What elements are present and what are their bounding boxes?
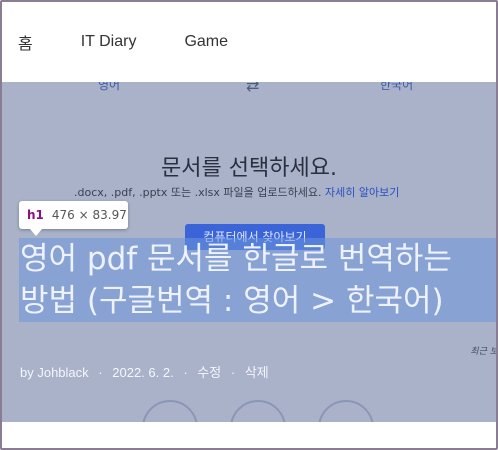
- meta-separator: ·: [183, 365, 188, 380]
- document-desc-text: .docx, .pdf, .pptx 또는 .xlsx 파일을 업로드하세요.: [74, 186, 322, 199]
- share-icons-row: [2, 400, 496, 422]
- page-bottom: [2, 422, 496, 448]
- target-language: 한국어: [380, 82, 414, 92]
- document-select-title: 문서를 선택하세요.: [161, 156, 337, 181]
- delete-link[interactable]: 삭제: [245, 365, 269, 380]
- inspector-tag: h1: [27, 208, 44, 222]
- swap-icon: ⇄: [246, 82, 260, 95]
- inspector-dims: 476 × 83.97: [51, 208, 127, 222]
- meta-separator: ·: [230, 365, 236, 380]
- meta-separator: ·: [98, 365, 103, 380]
- like-icon[interactable]: [142, 400, 198, 422]
- recent-note: 최근 보: [470, 347, 498, 357]
- nav-item-home[interactable]: 홈: [18, 30, 33, 54]
- post-meta: by Johblack · 2022. 6. 2. · 수정 · 삭제: [20, 362, 269, 381]
- browser-frame: 홈 IT Diary Game 영어 ⇄ 한국어 문서를 선택하세요. .doc…: [0, 0, 498, 450]
- post-author: by Johblack: [20, 365, 89, 380]
- tooltip-arrow: [30, 229, 42, 236]
- post-title-line-1: 영어 pdf 문서를 한글로 번역하는: [20, 241, 452, 277]
- post-date: 2022. 6. 2.: [112, 365, 174, 380]
- learn-more-link: 자세히 알아보기: [324, 186, 400, 199]
- top-nav: 홈 IT Diary Game: [2, 2, 496, 82]
- post-title: 영어 pdf 문서를 한글로 번역하는 방법 (구글번역 : 영어 > 한국어): [20, 238, 496, 322]
- inspector-tooltip: h1 476 × 83.97: [19, 201, 128, 229]
- more-icon[interactable]: [318, 400, 374, 422]
- nav-item-it-diary[interactable]: IT Diary: [81, 33, 137, 51]
- edit-link[interactable]: 수정: [197, 365, 221, 380]
- source-language: 영어: [98, 82, 121, 92]
- document-select-desc: .docx, .pdf, .pptx 또는 .xlsx 파일을 업로드하세요. …: [74, 184, 399, 200]
- post-title-line-2: 방법 (구글번역 : 영어 > 한국어): [20, 283, 444, 319]
- nav-item-game[interactable]: Game: [184, 33, 228, 51]
- share-icon[interactable]: [230, 400, 286, 422]
